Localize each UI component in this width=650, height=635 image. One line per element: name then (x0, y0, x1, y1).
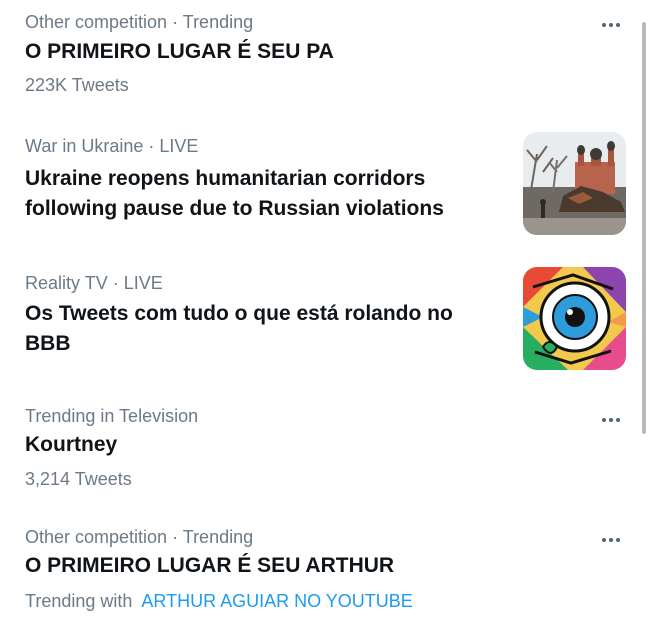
trend-item[interactable]: Other competition · Trending O PRIMEIRO … (0, 516, 650, 635)
trending-with-label: Trending with (25, 591, 133, 611)
trend-meta: Trending in Television (25, 406, 199, 426)
trend-meta: Reality TV · LIVE (25, 273, 163, 293)
trend-title-line: Os Tweets com tudo o que está rolando no (25, 302, 453, 325)
more-horizontal-icon (602, 23, 606, 27)
trend-item[interactable]: Other competition · Trending O PRIMEIRO … (0, 0, 650, 115)
more-options-button[interactable] (596, 530, 626, 550)
trend-item[interactable]: Reality TV · LIVE Os Tweets com tudo o q… (0, 262, 650, 387)
scrollbar[interactable] (642, 22, 646, 434)
more-horizontal-icon (602, 418, 606, 422)
trend-title: Kourtney (25, 433, 118, 456)
trend-title-line: Ukraine reopens humanitarian corridors (25, 167, 426, 190)
tweet-count: 3,214 Tweets (25, 469, 132, 489)
tweet-count: 223K Tweets (25, 75, 129, 95)
trend-meta: War in Ukraine · LIVE (25, 136, 199, 156)
church-ruins-photo (523, 132, 626, 235)
trend-item[interactable]: Trending in Television Kourtney 3,214 Tw… (0, 395, 650, 510)
trend-meta: Other competition · Trending (25, 12, 254, 32)
trend-item[interactable]: War in Ukraine · LIVE Ukraine reopens hu… (0, 125, 650, 245)
more-horizontal-icon (602, 538, 606, 542)
church-ruins-thumbnail[interactable] (523, 132, 626, 235)
colorful-eye-logo (523, 267, 626, 370)
more-options-button[interactable] (596, 15, 626, 35)
trend-meta: Other competition · Trending (25, 527, 254, 547)
more-options-button[interactable] (596, 410, 626, 430)
bbb-logo-thumbnail[interactable] (523, 267, 626, 370)
trend-title-line: BBB (25, 332, 71, 355)
trend-title: O PRIMEIRO LUGAR É SEU ARTHUR (25, 554, 395, 577)
trending-with: Trending with ARTHUR AGUIAR NO YOUTUBE (25, 591, 413, 612)
trend-title: O PRIMEIRO LUGAR É SEU PA (25, 40, 334, 63)
trending-with-link[interactable]: ARTHUR AGUIAR NO YOUTUBE (141, 591, 412, 611)
trend-title-line: following pause due to Russian violation… (25, 197, 444, 220)
